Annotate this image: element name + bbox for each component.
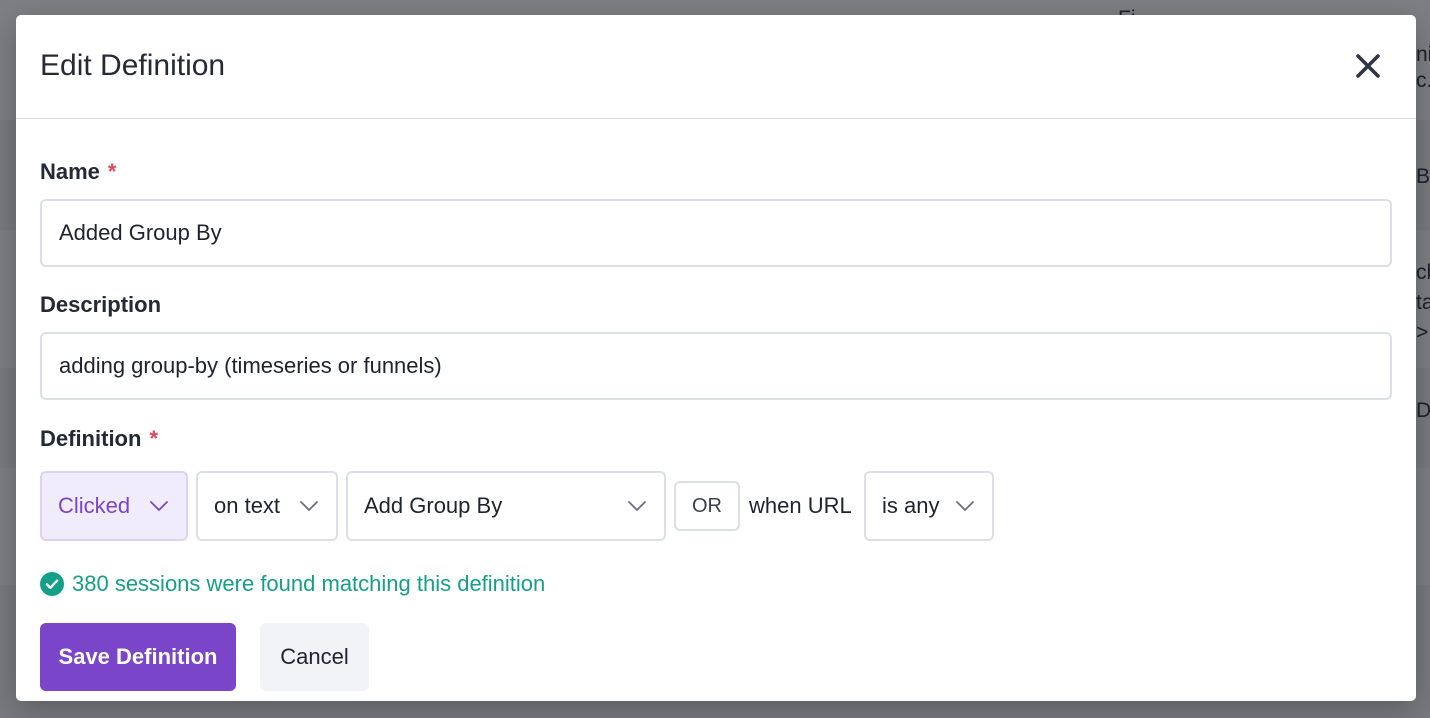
definition-label-text: Definition xyxy=(40,426,142,451)
cancel-button[interactable]: Cancel xyxy=(260,623,369,691)
chevron-down-icon xyxy=(150,501,168,511)
or-button[interactable]: OR xyxy=(674,481,740,531)
modal-title: Edit Definition xyxy=(40,49,226,82)
name-label: Name * xyxy=(40,159,116,185)
required-mark: * xyxy=(107,159,117,184)
save-definition-button[interactable]: Save Definition xyxy=(40,623,236,691)
match-status: 380 sessions were found matching this de… xyxy=(40,571,545,597)
url-operator-select[interactable]: is any xyxy=(864,471,994,541)
chevron-down-icon xyxy=(300,501,318,511)
target-text-select[interactable]: Add Group By xyxy=(346,471,666,541)
description-label: Description xyxy=(40,292,162,317)
definition-row: Clicked on text Add Group By OR when URL xyxy=(40,471,1392,541)
event-type-select[interactable]: Clicked xyxy=(40,471,188,541)
url-operator-value: is any xyxy=(882,493,940,518)
required-mark: * xyxy=(149,426,158,451)
edit-definition-modal: Edit Definition Name * Description Defini… xyxy=(16,15,1416,701)
modal-header: Edit Definition xyxy=(16,15,1416,119)
name-label-text: Name xyxy=(40,159,100,184)
close-icon xyxy=(1356,54,1380,78)
event-type-value: Clicked xyxy=(58,493,131,518)
close-button[interactable] xyxy=(1350,48,1386,84)
chevron-down-icon xyxy=(956,501,974,511)
when-url-label: when URL xyxy=(749,493,852,518)
check-circle-icon xyxy=(40,572,64,596)
match-mode-select[interactable]: on text xyxy=(196,471,338,541)
target-text-value: Add Group By xyxy=(364,493,503,518)
definition-label: Definition * xyxy=(40,426,158,452)
match-mode-value: on text xyxy=(214,493,281,518)
description-input[interactable] xyxy=(40,332,1392,400)
match-status-text: 380 sessions were found matching this de… xyxy=(72,571,546,596)
chevron-down-icon xyxy=(628,501,646,511)
name-input[interactable] xyxy=(40,199,1392,267)
